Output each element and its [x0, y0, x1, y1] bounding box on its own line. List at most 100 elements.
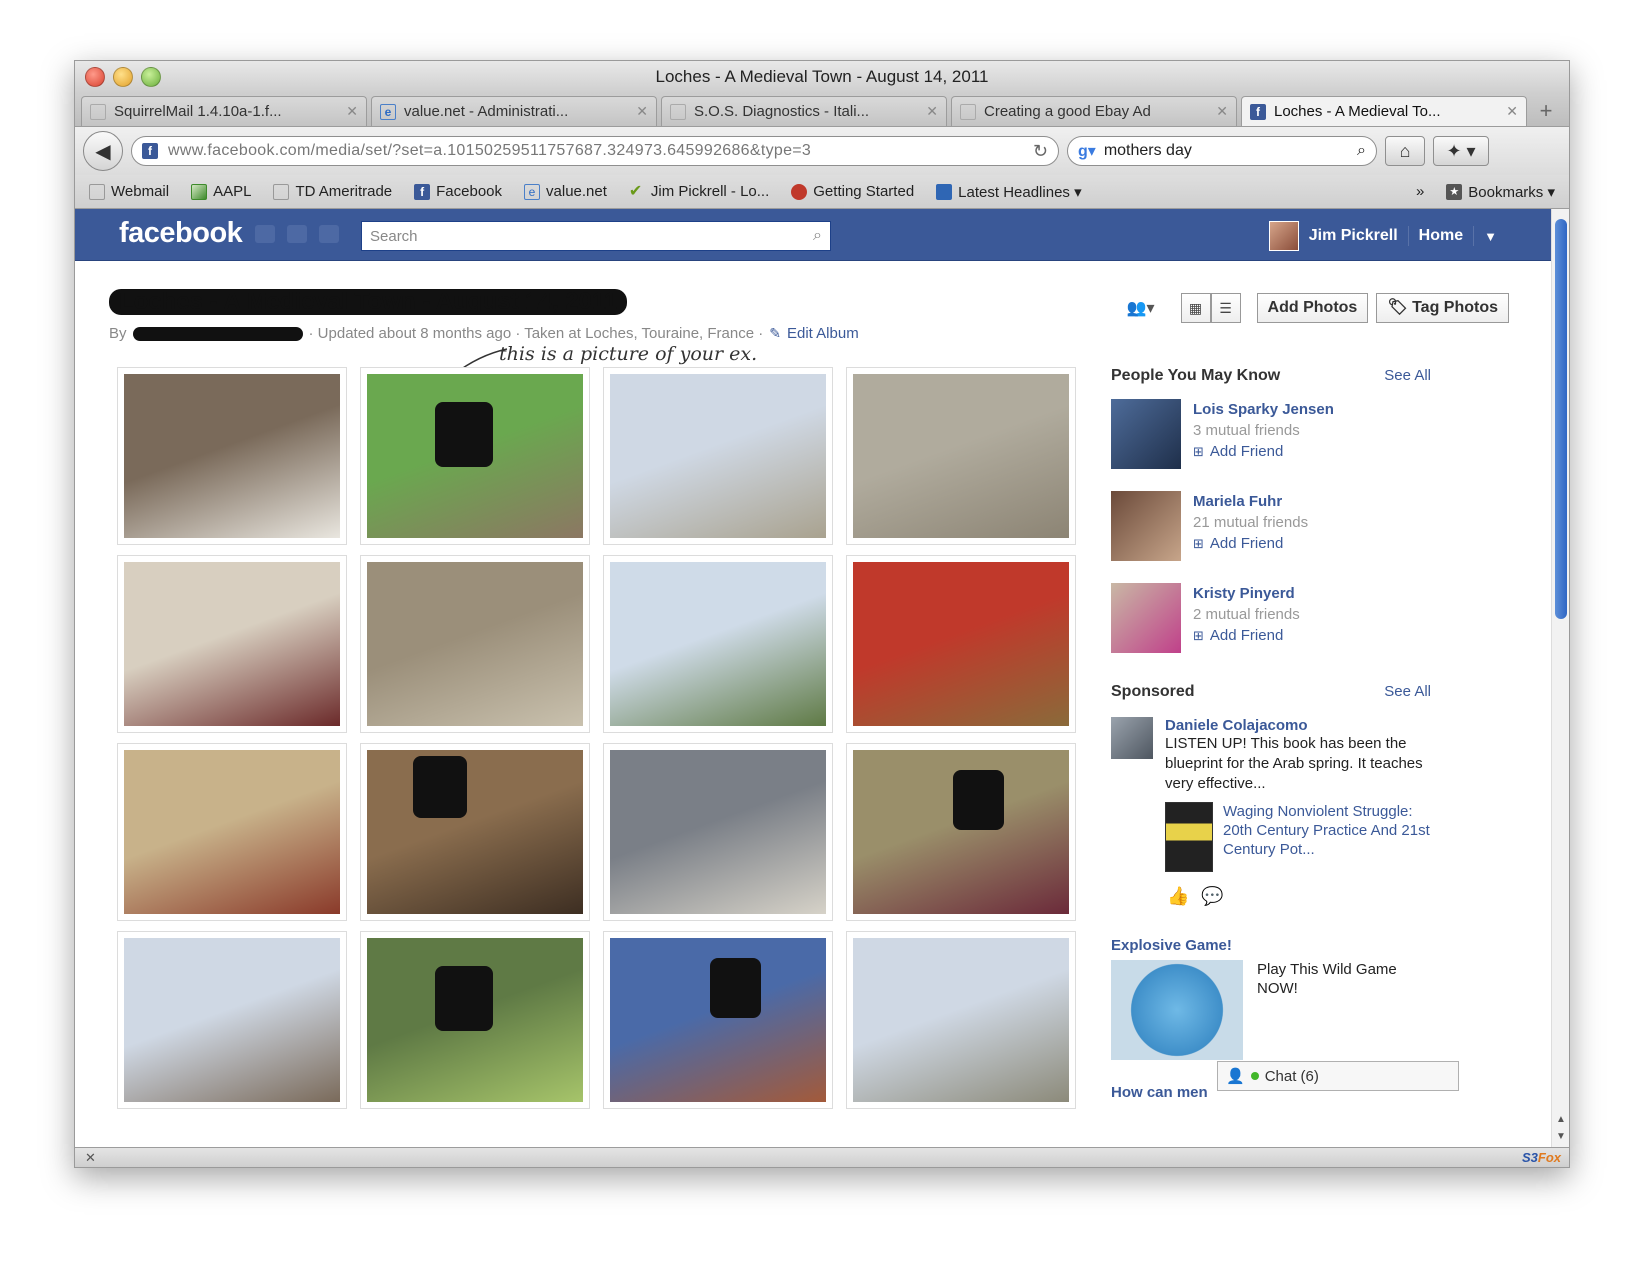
url-bar[interactable]: f www.facebook.com/media/set/?set=a.1015… [131, 136, 1059, 166]
notifications-icon[interactable] [319, 225, 339, 243]
avatar[interactable] [1111, 491, 1181, 561]
bookmark-latest-headlines[interactable]: Latest Headlines ▾ [936, 183, 1082, 201]
friend-requests-icon[interactable] [255, 225, 275, 243]
audience-selector-icon[interactable]: 👥▾ [1127, 298, 1155, 318]
close-addon-bar-icon[interactable]: ✕ [85, 1150, 1522, 1166]
minimize-window-button[interactable] [113, 67, 133, 87]
ad-thumbnail[interactable] [1111, 717, 1153, 759]
photo-image[interactable] [610, 562, 826, 726]
edit-album-link[interactable]: Edit Album [787, 325, 859, 342]
reload-icon[interactable]: ↻ [1033, 141, 1048, 162]
messages-icon[interactable] [287, 225, 307, 243]
tab-close-icon[interactable]: ✕ [1216, 103, 1228, 120]
photo-image[interactable] [853, 374, 1069, 538]
facebook-search-input[interactable]: Search ⌕ [361, 221, 831, 251]
photo-image[interactable] [610, 374, 826, 538]
add-friend-button[interactable]: ⊞ Add Friend [1193, 625, 1300, 646]
google-icon[interactable]: g▾ [1078, 141, 1096, 161]
url-text[interactable]: www.facebook.com/media/set/?set=a.101502… [168, 142, 1023, 160]
photo-image[interactable] [853, 750, 1069, 914]
album-photo[interactable] [360, 931, 590, 1109]
account-menu-caret-icon[interactable]: ▼ [1484, 229, 1497, 244]
photo-image[interactable] [124, 562, 340, 726]
bookmark-getting-started[interactable]: Getting Started [791, 183, 914, 200]
tab-ebay-ad[interactable]: Creating a good Ebay Ad ✕ [951, 96, 1237, 126]
pymk-name-link[interactable]: Kristy Pinyerd [1193, 583, 1300, 604]
bookmark-facebook[interactable]: f Facebook [414, 183, 502, 200]
search-query[interactable]: mothers day [1104, 142, 1349, 160]
tab-loches-album[interactable]: f Loches - A Medieval To... ✕ [1241, 96, 1527, 126]
photo-image[interactable] [853, 938, 1069, 1102]
photo-image[interactable] [124, 374, 340, 538]
sponsored-ad[interactable]: Daniele Colajacomo LISTEN UP! This book … [1111, 717, 1431, 872]
mutual-friends[interactable]: 21 mutual friends [1193, 512, 1308, 533]
album-photo[interactable] [846, 367, 1076, 545]
search-engine-box[interactable]: g▾ mothers day ⌕ [1067, 136, 1377, 166]
search-icon[interactable]: ⌕ [1357, 142, 1366, 160]
avatar[interactable] [1268, 221, 1299, 251]
close-window-button[interactable] [85, 67, 105, 87]
album-photo[interactable] [117, 367, 347, 545]
bookmarks-menu[interactable]: ★ Bookmarks ▾ [1446, 183, 1555, 201]
home-button[interactable]: ⌂ [1385, 136, 1425, 166]
album-photo[interactable] [360, 367, 590, 545]
photo-image[interactable] [610, 938, 826, 1102]
back-button[interactable]: ◀ [83, 131, 123, 171]
tag-photos-button[interactable]: 🏷 Tag Photos [1376, 293, 1509, 323]
add-friend-button[interactable]: ⊞ Add Friend [1193, 441, 1334, 462]
tab-squirrelmail[interactable]: SquirrelMail 1.4.10a-1.f... ✕ [81, 96, 367, 126]
game-ad[interactable]: Play This Wild Game NOW! [1111, 960, 1431, 1060]
mutual-friends[interactable]: 2 mutual friends [1193, 604, 1300, 625]
game-ad-title[interactable]: Explosive Game! [1111, 937, 1431, 954]
profile-link[interactable]: Jim Pickrell [1309, 227, 1398, 245]
tab-close-icon[interactable]: ✕ [346, 103, 358, 120]
book-cover-image[interactable] [1165, 802, 1213, 872]
scroll-thumb[interactable] [1555, 219, 1567, 619]
bookmark-value-net[interactable]: e value.net [524, 183, 607, 200]
add-photos-button[interactable]: Add Photos [1256, 293, 1369, 323]
photo-image[interactable] [367, 750, 583, 914]
facebook-logo[interactable]: facebook [119, 217, 243, 250]
scroll-down-arrow-icon[interactable]: ▼ [1556, 1131, 1566, 1142]
album-photo[interactable] [846, 931, 1076, 1109]
album-photo[interactable] [360, 555, 590, 733]
tab-close-icon[interactable]: ✕ [1506, 103, 1518, 120]
album-photo[interactable] [603, 743, 833, 921]
add-friend-button[interactable]: ⊞ Add Friend [1193, 533, 1308, 554]
game-ad-image[interactable] [1111, 960, 1243, 1060]
comment-icon[interactable]: 💬 [1201, 886, 1223, 907]
album-photo[interactable] [603, 367, 833, 545]
photo-image[interactable] [367, 562, 583, 726]
pymk-see-all-link[interactable]: See All [1384, 367, 1431, 385]
tab-close-icon[interactable]: ✕ [926, 103, 938, 120]
sponsored-see-all-link[interactable]: See All [1384, 683, 1431, 701]
bookmarks-overflow-chevron[interactable]: » [1416, 183, 1424, 200]
zoom-window-button[interactable] [141, 67, 161, 87]
photo-image[interactable] [124, 750, 340, 914]
bookmark-aapl[interactable]: AAPL [191, 183, 251, 200]
avatar[interactable] [1111, 583, 1181, 653]
photo-image[interactable] [124, 938, 340, 1102]
search-icon[interactable]: ⌕ [813, 227, 822, 245]
album-photo[interactable] [603, 931, 833, 1109]
tab-sos-diagnostics[interactable]: S.O.S. Diagnostics - Itali... ✕ [661, 96, 947, 126]
avatar[interactable] [1111, 399, 1181, 469]
album-photo[interactable] [117, 931, 347, 1109]
scroll-up-arrow-icon[interactable]: ▲ [1556, 1114, 1566, 1125]
tab-value-net[interactable]: e value.net - Administrati... ✕ [371, 96, 657, 126]
bookmark-td-ameritrade[interactable]: TD Ameritrade [273, 183, 392, 200]
addon-toolbar-button[interactable]: ✦ ▾ [1433, 136, 1489, 166]
vertical-scrollbar[interactable]: ▲ ▼ [1551, 209, 1569, 1150]
new-tab-button[interactable]: + [1531, 98, 1561, 126]
s3fox-addon-icon[interactable]: S3Fox [1522, 1150, 1561, 1165]
like-icon[interactable]: 👍 [1167, 886, 1189, 907]
album-photo[interactable] [603, 555, 833, 733]
album-photo[interactable] [846, 555, 1076, 733]
bookmark-webmail[interactable]: Webmail [89, 183, 169, 200]
photo-image[interactable] [610, 750, 826, 914]
photo-image[interactable] [367, 374, 583, 538]
bookmark-jim-pickrell[interactable]: ✔ Jim Pickrell - Lo... [629, 183, 769, 200]
photo-image[interactable] [853, 562, 1069, 726]
pymk-name-link[interactable]: Lois Sparky Jensen [1193, 399, 1334, 420]
home-link[interactable]: Home [1419, 227, 1463, 245]
